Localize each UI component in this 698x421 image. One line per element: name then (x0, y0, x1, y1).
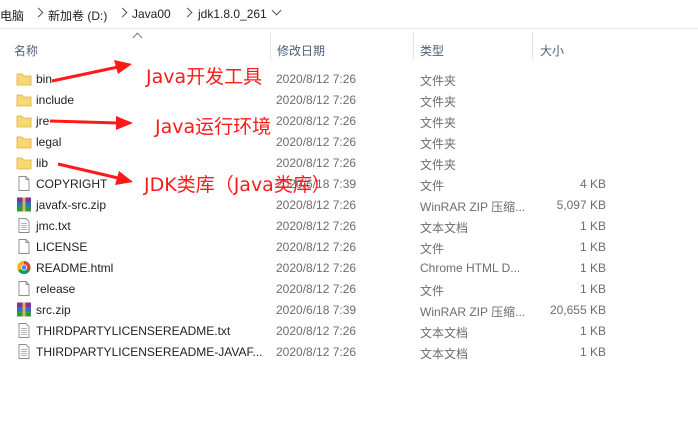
arrow-bin (51, 65, 119, 83)
arrow-jre (49, 119, 119, 125)
annotation-arrows (49, 60, 133, 185)
annotation-lib: JDK类库（Java类库） (144, 174, 331, 196)
arrow-jre-head (116, 116, 133, 130)
arrow-lib (57, 162, 119, 180)
arrow-lib-head (115, 171, 133, 185)
arrow-bin-head (114, 60, 132, 74)
annotation-bin: Java开发工具 (146, 66, 263, 88)
annotation-jre: Java运行环境 (155, 116, 272, 138)
